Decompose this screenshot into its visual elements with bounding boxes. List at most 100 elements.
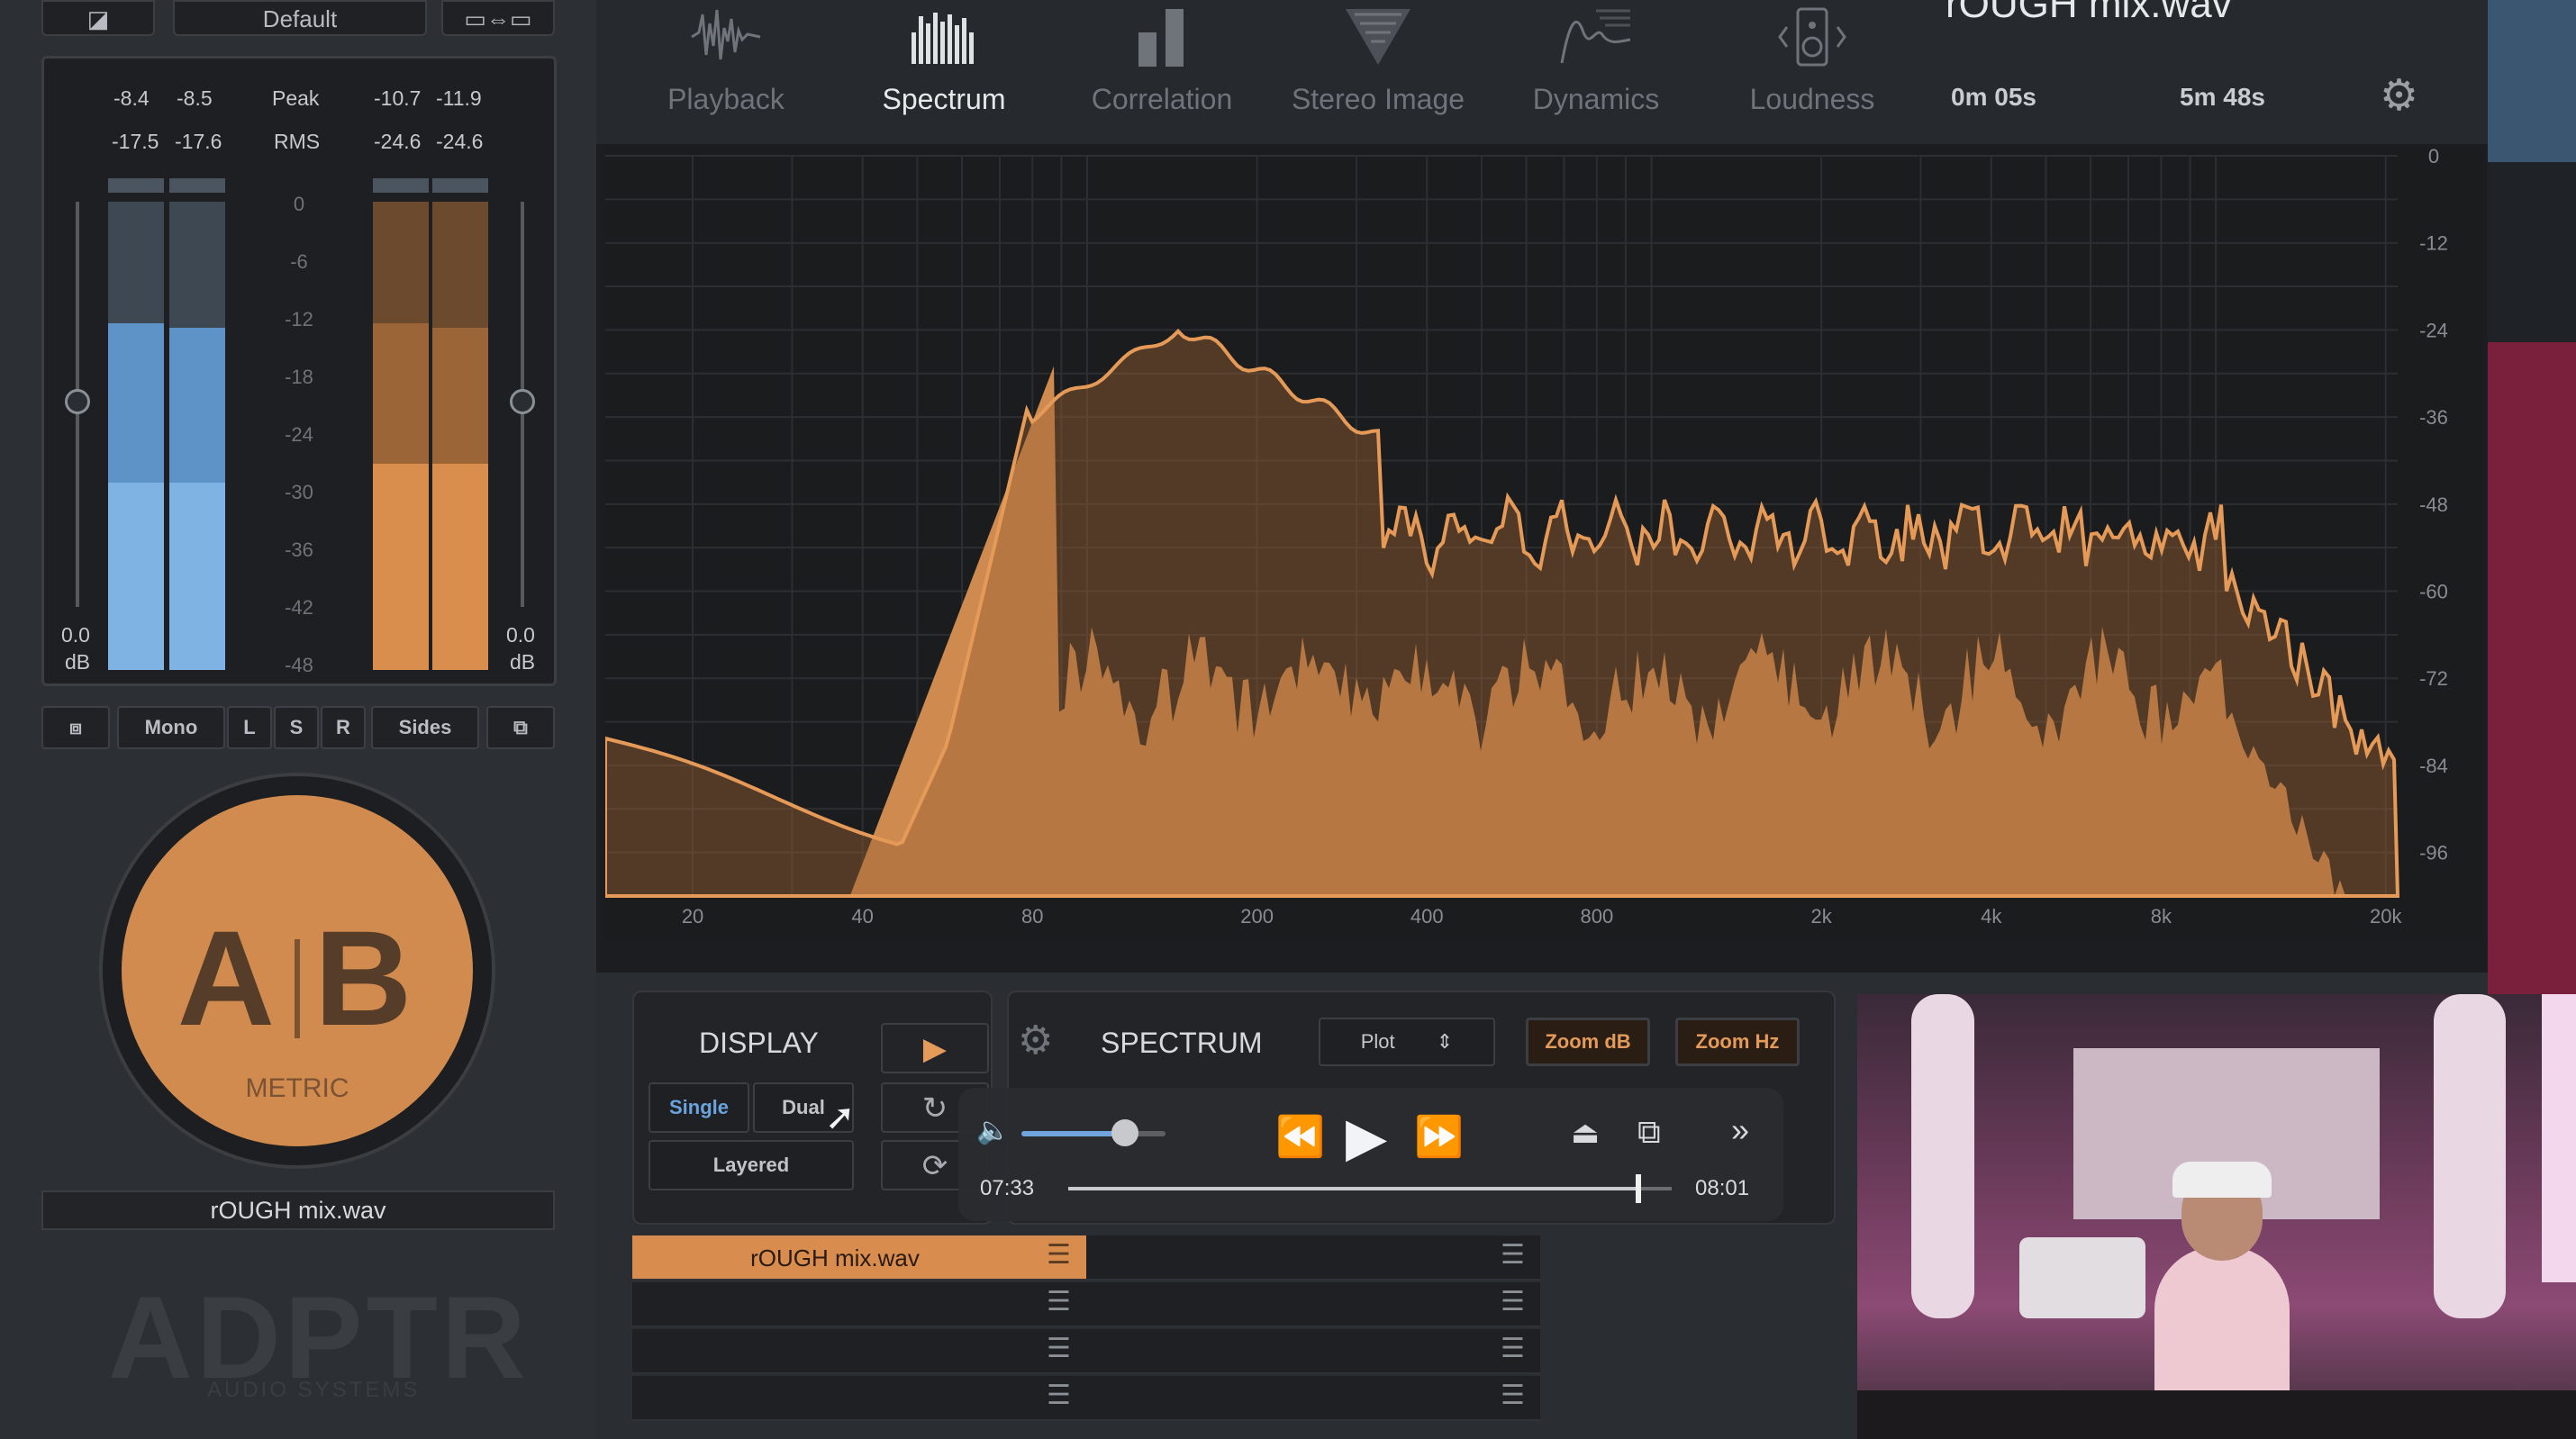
file-list-row[interactable]: ☰ [632,1282,1086,1327]
tab-label: Spectrum [882,83,1006,115]
menu-icon[interactable]: ☰ [1501,1286,1525,1317]
ab-label: AB [122,901,473,1056]
freq-label: 400 [1410,905,1444,928]
tab-correlation[interactable]: Correlation [1072,0,1252,135]
right-gain-knob[interactable] [510,389,535,414]
display-title: DISPLAY [699,1027,819,1059]
menu-icon[interactable]: ☰ [1047,1380,1071,1411]
left-rms-2: -17.6 [175,130,222,153]
left-channel-button[interactable]: L [227,706,272,749]
clip-indicator-r[interactable] [169,178,225,193]
tab-stereo-image[interactable]: Stereo Image [1288,0,1468,135]
elapsed-time: 07:33 [980,1176,1035,1200]
mono-button[interactable]: Mono [117,706,225,749]
scale-label: -30 [285,481,313,503]
grid-icon: ◪ [86,5,110,32]
daw-side-strip [2488,0,2576,994]
more-chevron-icon[interactable]: » [1731,1111,1749,1149]
menu-icon[interactable]: ☰ [1047,1239,1071,1271]
volume-knob[interactable] [1111,1119,1139,1146]
fast-forward-icon[interactable]: ⏩ [1414,1113,1464,1160]
ab-divider [295,939,300,1039]
freq-label: 20 [682,905,703,928]
settings-gear-icon[interactable]: ⚙ [1018,1018,1053,1063]
layered-button[interactable]: Layered [649,1140,854,1190]
menu-icon[interactable]: ☰ [1501,1333,1525,1364]
tab-label: Playback [667,83,785,115]
menu-icon[interactable]: ☰ [1047,1286,1071,1317]
sides-button[interactable]: Sides [371,706,479,749]
ab-sub-label: METRIC [245,1073,349,1103]
tab-label: Dynamics [1532,83,1660,115]
loop-icon: ⟳ [921,1149,948,1183]
gear-icon[interactable]: ⚙ [2380,70,2418,121]
file-list-row[interactable]: ☰ [1086,1235,1540,1281]
tab-playback[interactable]: Playback [636,0,816,135]
tab-spectrum[interactable]: Spectrum [854,0,1034,135]
desk-console [1857,1390,2576,1439]
menu-icon[interactable]: ☰ [1501,1380,1525,1411]
file-list-row[interactable]: ☰ [632,1376,1086,1421]
right-gain-value: 0.0 [506,623,535,647]
left-gain-value: 0.0 [61,623,90,647]
clip-indicator-r2[interactable] [432,178,488,193]
right-channel-button[interactable]: R [321,706,366,749]
picture-in-picture-icon[interactable]: ⧉ [1637,1113,1661,1152]
file-list-row-active[interactable]: rOUGH mix.wav ☰ [632,1235,1086,1281]
current-time: 0m 05s [1951,83,2036,111]
tab-label: Correlation [1091,83,1233,115]
spectrum-analyzer[interactable]: 20 40 80 200 400 800 2k 4k 8k 20k 0 -12 -24 -36 -48 -6… [605,149,2482,941]
dynamics-icon [1560,9,1631,64]
scrub-handle[interactable] [1635,1174,1641,1203]
clip-indicator-l2[interactable] [373,178,429,193]
file-list-row[interactable]: ☰ [1086,1376,1540,1421]
side-channel-button[interactable]: S [274,706,319,749]
file-list-row[interactable]: ☰ [632,1329,1086,1374]
single-button[interactable]: Single [649,1082,749,1133]
speaker-icon [1778,7,1846,67]
tab-dynamics[interactable]: Dynamics [1506,0,1686,135]
volume-slider[interactable] [1021,1119,1166,1146]
rewind-icon[interactable]: ⏪ [1275,1113,1325,1160]
file-list-row[interactable]: ☰ [1086,1282,1540,1327]
freq-label: 80 [1021,905,1043,928]
db-label: -48 [2419,493,2448,516]
menu-icon[interactable]: ☰ [1047,1333,1071,1364]
video-player-controls: 🔈 ⏪ ▶ ⏩ ⏏ ⧉ » 07:33 08:01 [958,1088,1783,1221]
preset-selector[interactable]: Default [173,0,427,36]
play-icon[interactable]: ▶ [1346,1106,1387,1169]
stereo-image-icon [1346,9,1410,65]
refresh-icon: ↻ [921,1091,948,1126]
peak-label: Peak [272,86,320,110]
acoustic-panel [2434,994,2506,1318]
scale-label: -12 [285,308,313,330]
file-title: rOUGH mix.wav [1946,0,2232,26]
layout-toggle-button[interactable]: ◪ [41,0,155,36]
webcam-overlay [1857,994,2576,1439]
tab-loudness[interactable]: Loudness [1722,0,1902,135]
left-gain-knob[interactable] [65,389,90,414]
clip-indicator-l[interactable] [108,178,164,193]
file-list-row[interactable]: ☰ [1086,1329,1540,1374]
left-rms-1: -17.5 [112,130,159,153]
play-analysis-button[interactable]: ▶ [881,1023,989,1073]
left-gain-unit: dB [65,650,91,674]
meter-orange-right [432,202,488,670]
menu-icon[interactable]: ☰ [1501,1239,1525,1271]
link-button[interactable]: ⧈ [41,706,110,749]
volume-icon[interactable]: 🔈 [976,1115,1010,1146]
waveform-icon [691,9,761,60]
remaining-time: 08:01 [1695,1176,1750,1200]
plot-select[interactable]: Plot ⇕ [1319,1018,1495,1066]
airplay-icon[interactable]: ⏏ [1571,1115,1600,1151]
db-label: 0 [2428,149,2439,167]
scale-label: -6 [290,250,308,273]
zoom-db-button[interactable]: Zoom dB [1526,1018,1650,1066]
scrub-bar[interactable] [1068,1174,1672,1203]
current-file-label[interactable]: rOUGH mix.wav [41,1190,555,1230]
zoom-hz-button[interactable]: Zoom Hz [1675,1018,1800,1066]
correlation-icon [1138,9,1184,67]
meter-orange-left [373,202,429,670]
view-toggle-button[interactable]: ▭⇔▭ [441,0,555,36]
stereo-link-button[interactable]: ⧉ [486,706,555,749]
